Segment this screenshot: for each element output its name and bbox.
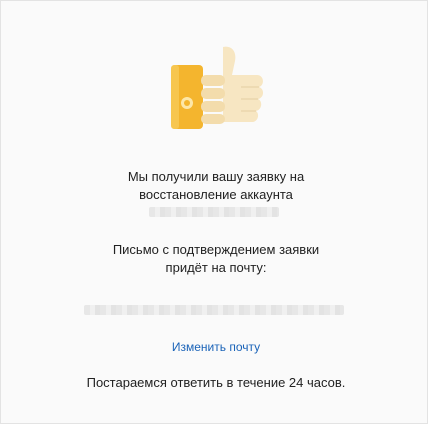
- account-login-masked: [149, 207, 279, 217]
- message-line-1: Мы получили вашу заявку на: [127, 169, 305, 184]
- email-address-masked: [84, 305, 344, 315]
- thumbs-up-phone-icon: [161, 41, 271, 141]
- confirmation-line-2: придёт на почту:: [165, 260, 267, 275]
- recovery-request-card: Мы получили вашу заявку на восстановлени…: [0, 0, 428, 424]
- message-line-2: восстановление аккаунта: [139, 187, 293, 202]
- response-time-note: Постараемся ответить в течение 24 часов.: [86, 375, 346, 390]
- confirmation-line-1: Письмо с подтверждением заявки: [112, 242, 320, 257]
- change-email-link[interactable]: Изменить почту: [1, 340, 430, 354]
